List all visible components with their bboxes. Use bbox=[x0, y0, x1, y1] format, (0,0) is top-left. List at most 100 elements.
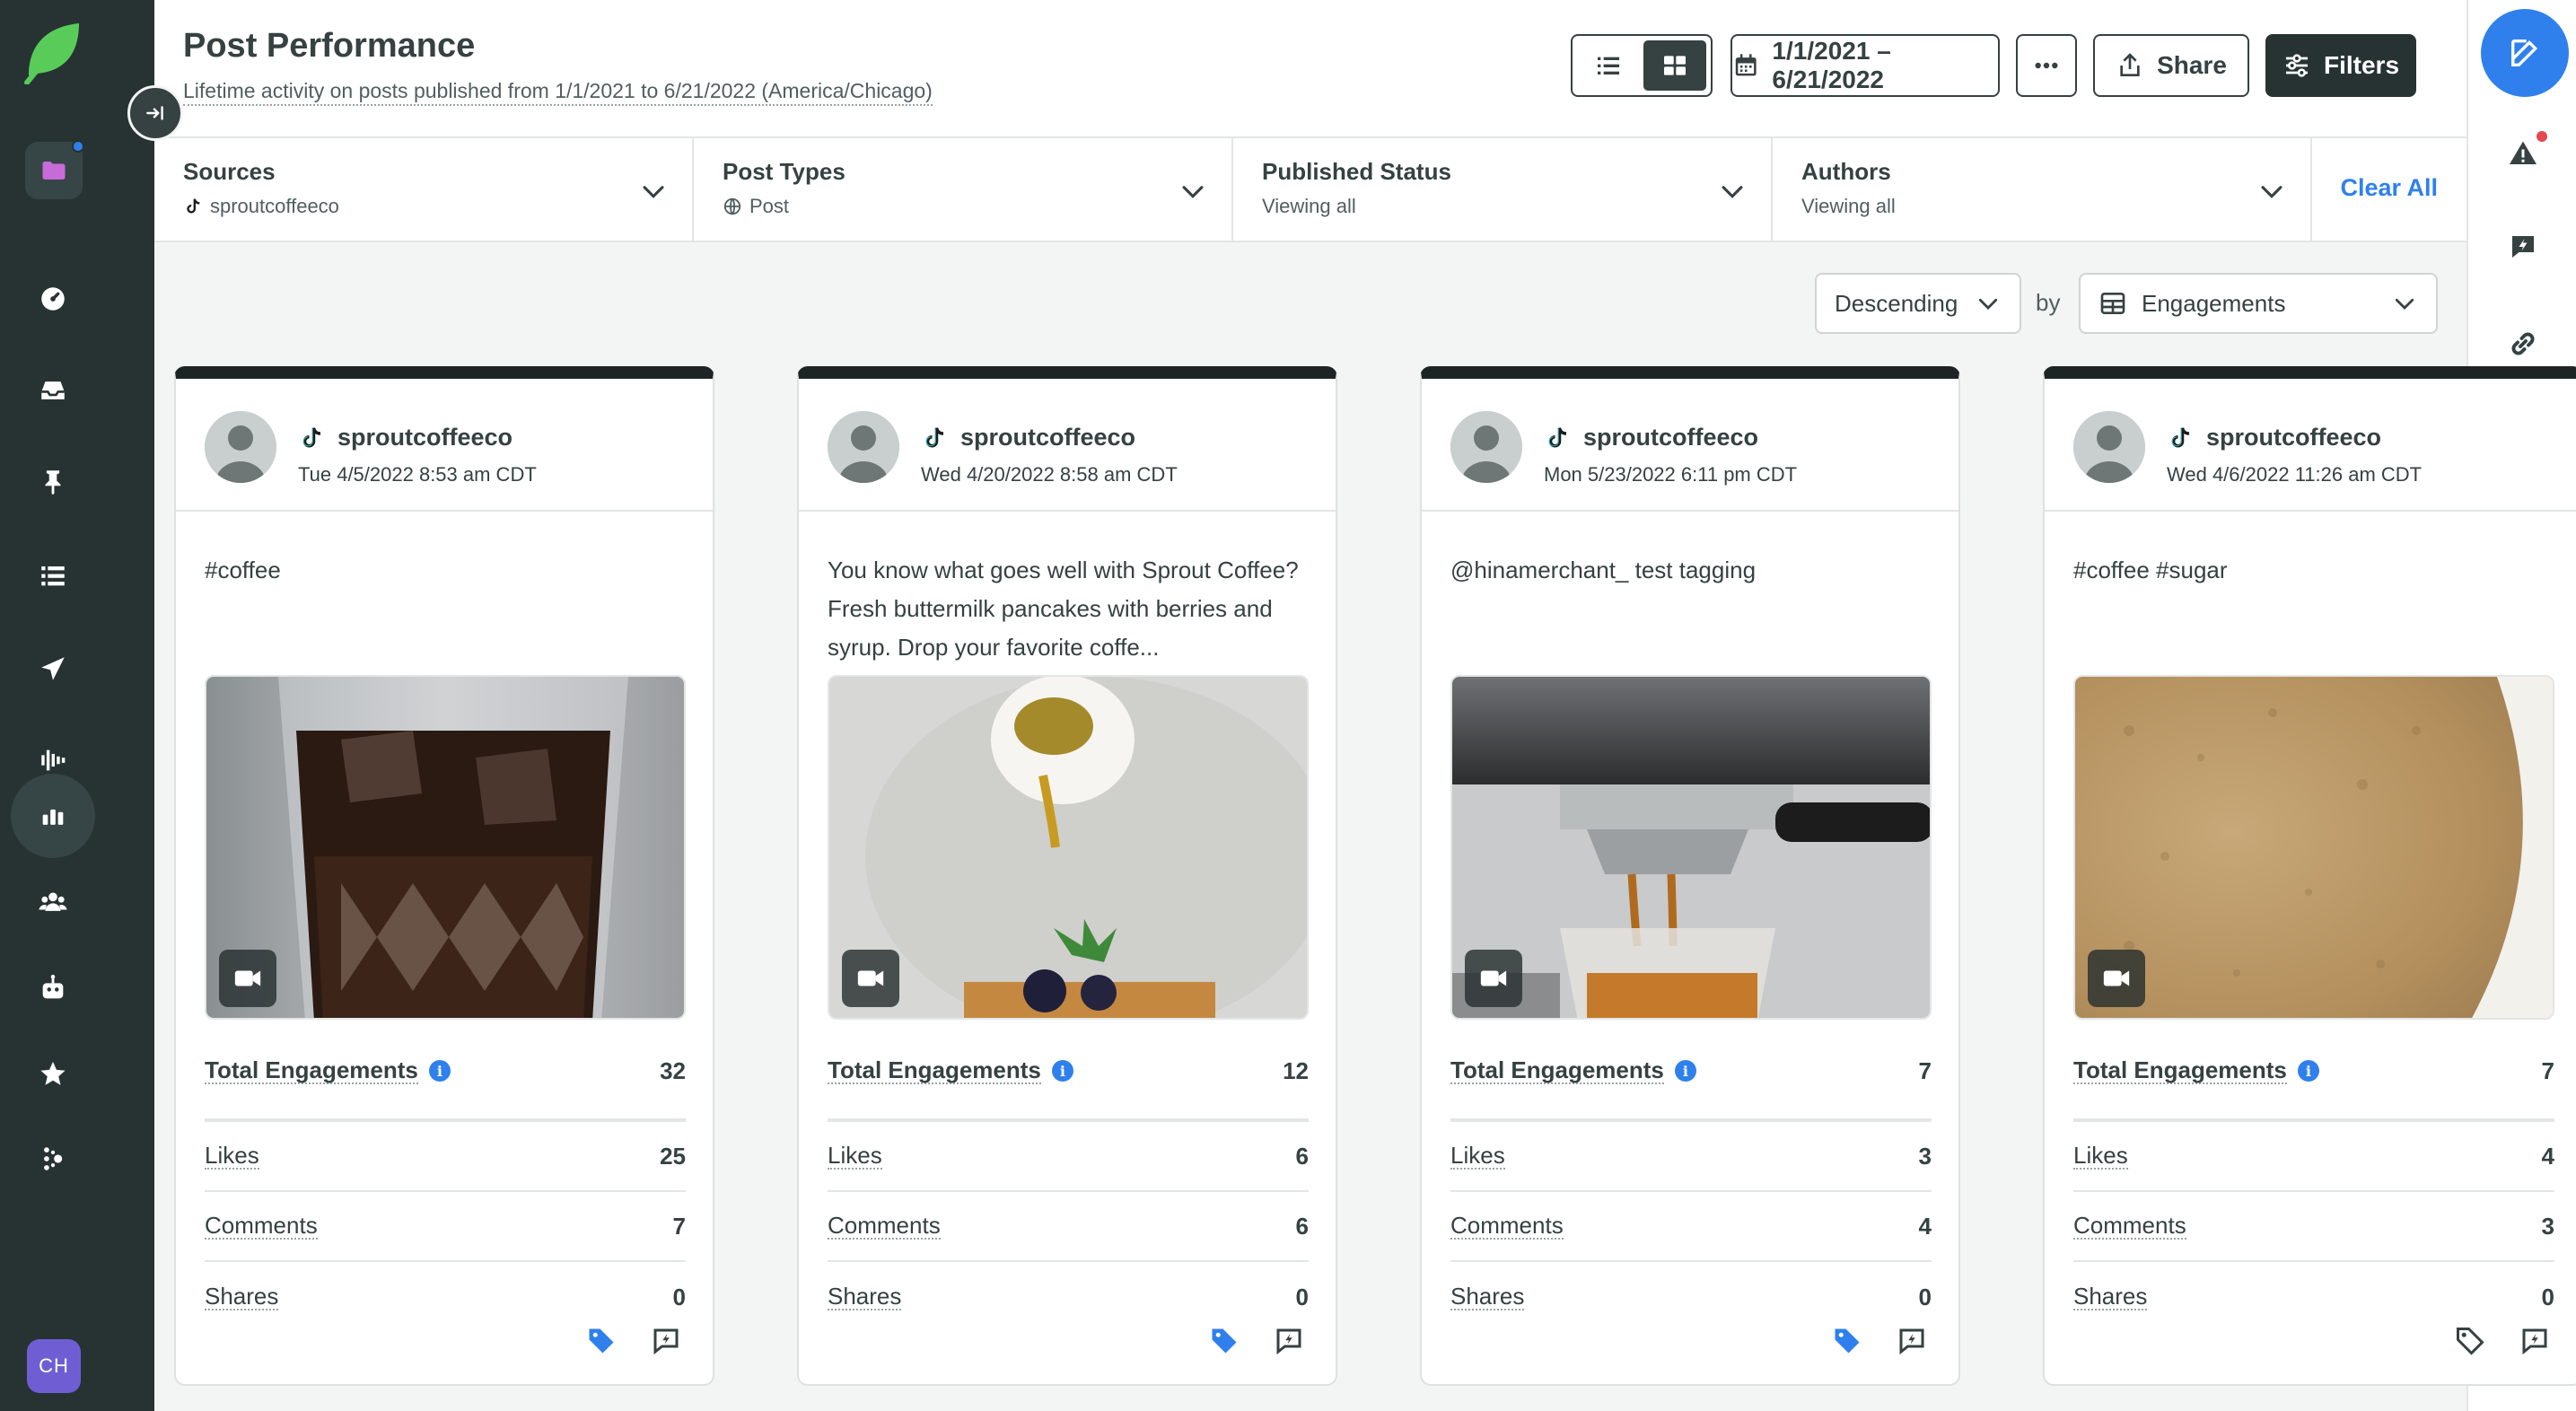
comments-label[interactable]: Comments bbox=[2073, 1213, 2186, 1240]
clear-all-container: Clear All bbox=[2312, 138, 2466, 241]
shares-row: Shares 0 bbox=[205, 1262, 686, 1332]
info-icon[interactable]: i bbox=[1674, 1060, 1696, 1082]
total-engagements-label[interactable]: Total Engagements bbox=[828, 1057, 1041, 1084]
reply-feedback-icon[interactable] bbox=[2517, 1323, 2553, 1359]
post-card[interactable]: sproutcoffeeco Mon 5/23/2022 6:11 pm CDT… bbox=[1420, 366, 1960, 1386]
profile-avatar[interactable] bbox=[2073, 411, 2145, 483]
shares-value: 0 bbox=[2541, 1283, 2554, 1310]
shares-label[interactable]: Shares bbox=[2073, 1284, 2148, 1310]
people-icon[interactable] bbox=[11, 860, 95, 944]
post-handle[interactable]: sproutcoffeeco bbox=[960, 424, 1135, 451]
likes-label[interactable]: Likes bbox=[2073, 1143, 2128, 1170]
tag-icon[interactable] bbox=[1829, 1323, 1865, 1359]
notification-dot bbox=[72, 140, 84, 153]
grid-view-button[interactable] bbox=[1643, 40, 1706, 91]
post-media-thumbnail[interactable] bbox=[1450, 675, 1932, 1020]
profile-avatar[interactable] bbox=[1450, 411, 1522, 483]
total-engagements-row: Total Engagements i 7 bbox=[2073, 1054, 2554, 1122]
profile-avatar[interactable] bbox=[828, 411, 899, 483]
media-image bbox=[829, 677, 1307, 1018]
post-media-thumbnail[interactable] bbox=[828, 675, 1309, 1020]
post-card[interactable]: sproutcoffeeco Tue 4/5/2022 8:53 am CDT … bbox=[174, 366, 714, 1386]
feedback-icon[interactable] bbox=[2504, 228, 2542, 266]
date-range-button[interactable]: 1/1/2021 – 6/21/2022 bbox=[1730, 34, 2000, 97]
chevron-down-icon bbox=[1182, 186, 1204, 198]
comments-label[interactable]: Comments bbox=[1450, 1213, 1564, 1240]
chevron-down-icon bbox=[2261, 186, 2282, 198]
post-card[interactable]: sproutcoffeeco Wed 4/20/2022 8:58 am CDT… bbox=[797, 366, 1337, 1386]
likes-label[interactable]: Likes bbox=[828, 1143, 882, 1170]
post-media-thumbnail[interactable] bbox=[205, 675, 686, 1020]
alert-warning-icon[interactable] bbox=[2504, 131, 2547, 172]
alert-dot bbox=[2537, 131, 2547, 142]
shares-label[interactable]: Shares bbox=[205, 1284, 279, 1310]
video-camera-icon bbox=[842, 950, 899, 1007]
published-status-filter[interactable]: Published Status Viewing all bbox=[1233, 138, 1773, 241]
likes-label[interactable]: Likes bbox=[205, 1143, 259, 1170]
info-icon[interactable]: i bbox=[428, 1060, 451, 1082]
tag-icon[interactable] bbox=[2452, 1323, 2488, 1359]
comments-label[interactable]: Comments bbox=[828, 1213, 941, 1240]
collapse-sidebar-button[interactable] bbox=[127, 85, 183, 141]
pin-icon[interactable] bbox=[11, 440, 95, 524]
reply-feedback-icon[interactable] bbox=[648, 1323, 684, 1359]
post-handle[interactable]: sproutcoffeeco bbox=[2206, 424, 2381, 451]
share-button[interactable]: Share bbox=[2093, 34, 2249, 97]
post-card-header: sproutcoffeeco Wed 4/6/2022 11:26 am CDT bbox=[2045, 379, 2576, 512]
sources-filter-value: sproutcoffeeco bbox=[210, 195, 339, 217]
post-card[interactable]: sproutcoffeeco Wed 4/6/2022 11:26 am CDT… bbox=[2043, 366, 2576, 1386]
total-engagements-value: 7 bbox=[2541, 1057, 2554, 1084]
info-icon[interactable]: i bbox=[2297, 1060, 2319, 1082]
clear-all-link[interactable]: Clear All bbox=[2340, 174, 2438, 202]
authors-filter[interactable]: Authors Viewing all bbox=[1773, 138, 2312, 241]
tasks-list-icon[interactable] bbox=[11, 533, 95, 618]
shares-label[interactable]: Shares bbox=[828, 1284, 902, 1310]
list-view-button[interactable] bbox=[1577, 40, 1640, 91]
post-handle[interactable]: sproutcoffeeco bbox=[337, 424, 513, 451]
total-engagements-label[interactable]: Total Engagements bbox=[2073, 1057, 2287, 1084]
left-navigation: CH bbox=[0, 0, 154, 1411]
likes-value: 3 bbox=[1918, 1142, 1932, 1170]
post-metrics: Total Engagements i 7 Likes 4 Comments 3 … bbox=[2073, 1054, 2554, 1332]
reply-feedback-icon[interactable] bbox=[1894, 1323, 1930, 1359]
post-handle[interactable]: sproutcoffeeco bbox=[1583, 424, 1758, 451]
sort-by-label: by bbox=[2036, 289, 2061, 316]
media-image bbox=[1452, 677, 1930, 1018]
star-review-icon[interactable] bbox=[11, 1032, 95, 1117]
sort-metric-select[interactable]: Engagements bbox=[2079, 273, 2438, 334]
publish-send-icon[interactable] bbox=[11, 627, 95, 711]
link-icon[interactable] bbox=[2504, 325, 2542, 363]
total-engagements-value: 32 bbox=[660, 1057, 686, 1084]
more-options-button[interactable] bbox=[2016, 34, 2077, 97]
profile-avatar[interactable] bbox=[205, 411, 276, 483]
likes-row: Likes 25 bbox=[205, 1122, 686, 1192]
user-avatar[interactable]: CH bbox=[27, 1339, 81, 1393]
compose-button[interactable] bbox=[2481, 9, 2569, 97]
info-icon[interactable]: i bbox=[1051, 1060, 1073, 1082]
likes-label[interactable]: Likes bbox=[1450, 1143, 1505, 1170]
total-engagements-label[interactable]: Total Engagements bbox=[205, 1057, 418, 1084]
comments-row: Comments 7 bbox=[205, 1192, 686, 1262]
folder-icon[interactable] bbox=[25, 140, 84, 199]
post-types-filter[interactable]: Post Types Post bbox=[694, 138, 1233, 241]
sources-filter[interactable]: Sources sproutcoffeeco bbox=[154, 138, 694, 241]
total-engagements-label[interactable]: Total Engagements bbox=[1450, 1057, 1664, 1084]
tag-icon[interactable] bbox=[583, 1323, 619, 1359]
dashboard-icon[interactable] bbox=[11, 257, 95, 341]
likes-row: Likes 4 bbox=[2073, 1122, 2554, 1192]
post-media-thumbnail[interactable] bbox=[2073, 675, 2554, 1020]
shares-label[interactable]: Shares bbox=[1450, 1284, 1525, 1310]
video-camera-icon bbox=[2088, 950, 2145, 1007]
sprout-logo-icon[interactable] bbox=[23, 20, 83, 84]
comments-label[interactable]: Comments bbox=[205, 1213, 318, 1240]
post-caption: #coffee #sugar bbox=[2073, 557, 2228, 583]
filters-button[interactable]: Filters bbox=[2265, 34, 2416, 97]
bot-icon[interactable] bbox=[11, 946, 95, 1030]
tag-icon[interactable] bbox=[1206, 1323, 1242, 1359]
compose-pencil-icon bbox=[2511, 39, 2538, 66]
sort-order-select[interactable]: Descending bbox=[1815, 273, 2021, 334]
reply-feedback-icon[interactable] bbox=[1271, 1323, 1307, 1359]
reports-bar-chart-icon[interactable] bbox=[11, 774, 95, 858]
inbox-icon[interactable] bbox=[11, 348, 95, 433]
integrations-network-icon[interactable] bbox=[11, 1117, 95, 1201]
